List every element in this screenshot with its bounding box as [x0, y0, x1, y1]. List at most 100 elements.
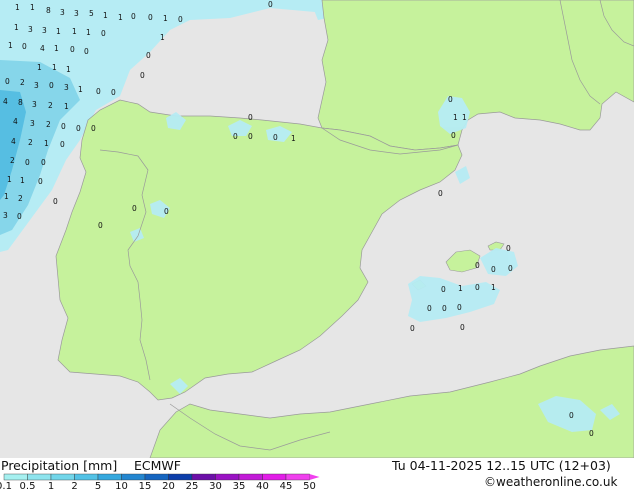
precip-value-label: 0	[248, 132, 253, 141]
precip-value-label: 1	[30, 3, 35, 12]
precip-value-label: 0	[475, 283, 480, 292]
scale-tick-label: 15	[139, 481, 152, 490]
scale-tick-label: 1	[48, 481, 54, 490]
scale-segment	[168, 473, 193, 481]
scale-segment	[144, 473, 169, 481]
precip-value-label: 0	[164, 207, 169, 216]
precip-value-label: 2	[46, 120, 51, 129]
precip-value-label: 1	[72, 27, 77, 36]
precip-value-label: 0	[70, 45, 75, 54]
precip-value-label: 3	[64, 83, 69, 92]
precip-value-label: 0	[410, 324, 415, 333]
scale-segment	[97, 473, 122, 481]
precip-value-label: 1	[118, 13, 123, 22]
precip-value-label: 0	[17, 212, 22, 221]
precip-value-label: 0	[457, 303, 462, 312]
precip-value-label: 1	[78, 85, 83, 94]
precip-value-label: 1	[453, 113, 458, 122]
precip-value-label: 0	[268, 0, 273, 9]
precip-value-label: 4	[3, 97, 8, 106]
color-scale-bar: 0.10.5125101520253035404550	[0, 473, 320, 490]
legend-title: Precipitation [mm]	[1, 458, 118, 473]
precip-value-label: 0	[178, 15, 183, 24]
precip-value-label: 3	[30, 119, 35, 128]
precip-value-label: 0	[38, 177, 43, 186]
precip-value-label: 0	[91, 124, 96, 133]
precip-value-label: 0	[248, 113, 253, 122]
valid-time: Tu 04-11-2025 12..15 UTC (12+03)	[392, 458, 611, 473]
precip-value-label: 1	[160, 33, 165, 42]
precip-value-label: 0	[273, 133, 278, 142]
precip-value-label: 0	[76, 124, 81, 133]
scale-segment	[27, 473, 52, 481]
precip-value-label: 0	[140, 71, 145, 80]
precip-value-label: 0	[41, 158, 46, 167]
scale-segment	[191, 473, 216, 481]
precip-value-label: 1	[37, 63, 42, 72]
scale-segment	[238, 473, 263, 481]
precip-value-label: 0	[233, 132, 238, 141]
scale-tick-label: 50	[303, 481, 316, 490]
precip-value-label: 3	[28, 25, 33, 34]
precip-value-label: 1	[54, 44, 59, 53]
precip-value-label: 0	[5, 77, 10, 86]
precip-value-label: 3	[32, 100, 37, 109]
scale-tick-label: 0.5	[20, 481, 36, 490]
precip-value-label: 1	[64, 102, 69, 111]
precip-value-label: 0	[96, 87, 101, 96]
precip-value-label: 0	[427, 304, 432, 313]
scale-tick-label: 2	[71, 481, 77, 490]
precip-value-label: 0	[569, 411, 574, 420]
precip-value-label: 1	[7, 175, 12, 184]
precip-value-label: 0	[589, 429, 594, 438]
precip-value-label: 0	[98, 221, 103, 230]
precip-value-label: 1	[52, 63, 57, 72]
color-scale-segments	[3, 473, 320, 481]
scale-tick-label: 10	[115, 481, 128, 490]
precip-value-label: 5	[89, 9, 94, 18]
precip-value-label: 2	[48, 101, 53, 110]
precip-value-label: 1	[66, 65, 71, 74]
scale-segment	[285, 473, 310, 481]
scale-tick-label: 35	[233, 481, 246, 490]
scale-tick-label: 25	[186, 481, 199, 490]
precip-value-label: 1	[491, 283, 496, 292]
precip-value-label: 0	[101, 29, 106, 38]
precip-value-label: 1	[44, 139, 49, 148]
scale-tick-label: 30	[209, 481, 222, 490]
precip-value-label: 0	[146, 51, 151, 60]
precip-value-label: 0	[448, 95, 453, 104]
precip-value-label: 4	[13, 117, 18, 126]
precip-value-label: 0	[61, 122, 66, 131]
precip-value-label: 0	[53, 197, 58, 206]
credit-link[interactable]: ©weatheronline.co.uk	[484, 475, 617, 489]
precip-value-label: 0	[132, 204, 137, 213]
precip-value-label: 3	[34, 81, 39, 90]
scale-tick-label: 5	[95, 481, 101, 490]
precip-value-label: 0	[111, 88, 116, 97]
precip-value-label: 0	[22, 42, 27, 51]
precip-value-label: 3	[74, 9, 79, 18]
scale-segment	[3, 473, 28, 481]
precip-value-label: 0	[441, 285, 446, 294]
precip-value-label: 0	[442, 304, 447, 313]
scale-tick-label: 20	[162, 481, 175, 490]
scale-tick-label: 45	[280, 481, 293, 490]
precip-value-label: 0	[84, 47, 89, 56]
precip-value-label: 2	[10, 156, 15, 165]
precip-value-label: 4	[11, 137, 16, 146]
scale-arrow	[309, 474, 320, 480]
precip-value-label: 1	[462, 113, 467, 122]
precip-value-label: 0	[475, 261, 480, 270]
color-scale-ticks: 0.10.5125101520253035404550	[0, 481, 316, 490]
precip-value-label: 3	[3, 211, 8, 220]
scale-tick-label: 0.1	[0, 481, 12, 490]
precip-value-label: 1	[86, 28, 91, 37]
model-name: ECMWF	[134, 458, 181, 473]
scale-segment	[74, 473, 99, 481]
precip-value-label: 2	[20, 78, 25, 87]
precip-value-label: 1	[56, 27, 61, 36]
precipitation-map: 1 1 8 3 3 5 1 1 0 0 1 001 3 3 1 1 1 0 11 0 4 1 0 0 01 1 100 2 3 0 3 1 0 0…	[0, 0, 634, 458]
precip-value-label: 1	[291, 134, 296, 143]
precip-value-label: 0	[438, 189, 443, 198]
